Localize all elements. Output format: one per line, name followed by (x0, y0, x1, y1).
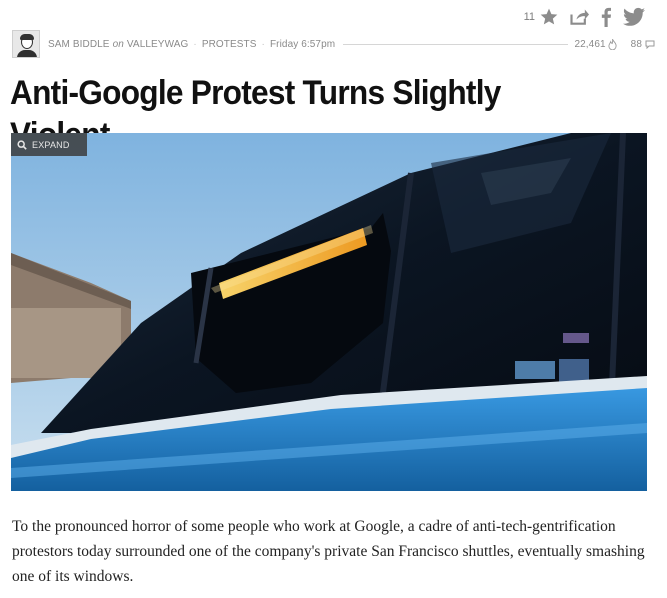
article-photo[interactable]: EXPAND (11, 133, 647, 491)
star-icon[interactable] (539, 7, 559, 27)
twitter-icon[interactable] (623, 7, 645, 27)
expand-button[interactable]: EXPAND (11, 133, 87, 156)
byline: SAM BIDDLE on VALLEYWAG · PROTESTS · Fri… (12, 30, 655, 58)
flame-icon (608, 38, 617, 50)
facebook-icon[interactable] (599, 7, 613, 27)
comment-icon (645, 40, 655, 49)
separator-dot: · (193, 38, 197, 50)
author-link[interactable]: SAM BIDDLE (48, 39, 110, 50)
comment-count-label: 88 (630, 38, 642, 50)
blog-link[interactable]: VALLEYWAG (127, 39, 188, 50)
article-body: To the pronounced horror of some people … (12, 518, 645, 585)
view-count-label: 22,461 (574, 38, 606, 50)
share-toolbar: 11 (524, 6, 645, 28)
view-count: 22,461 (574, 38, 617, 50)
separator-dot: · (261, 38, 265, 50)
byline-on: on (112, 38, 124, 50)
expand-label: EXPAND (32, 139, 70, 150)
star-count: 11 (523, 11, 535, 23)
author-avatar[interactable] (12, 30, 40, 58)
comment-count[interactable]: 88 (631, 39, 655, 50)
share-icon[interactable] (569, 7, 589, 27)
search-icon (17, 139, 27, 150)
byline-rule (343, 43, 569, 45)
tag-link[interactable]: PROTESTS (202, 39, 257, 50)
post-time[interactable]: Friday 6:57pm (270, 39, 335, 50)
